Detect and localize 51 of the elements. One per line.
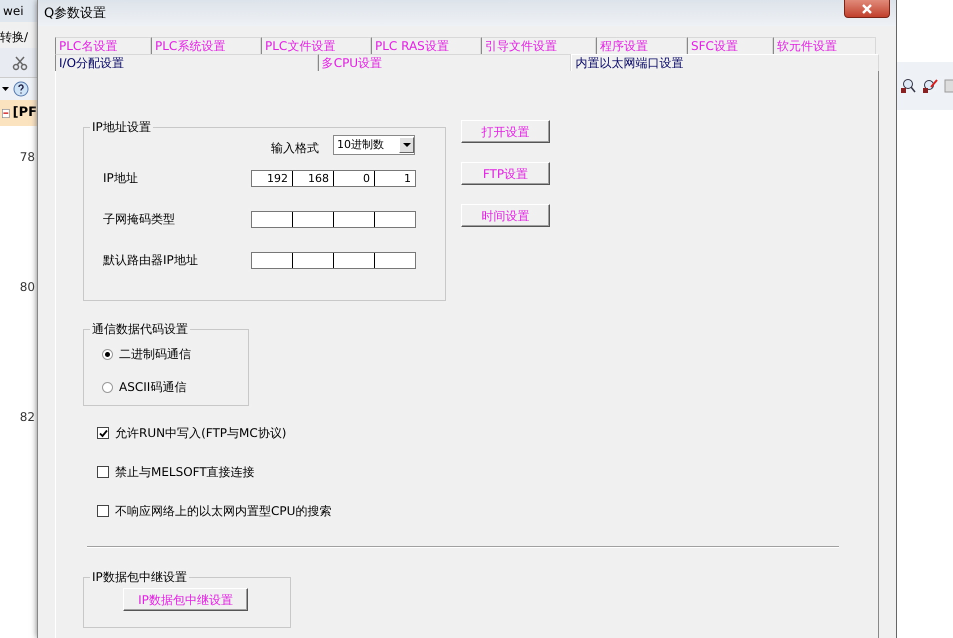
tab[interactable]: 程序设置	[596, 37, 687, 54]
tab[interactable]: PLC文件设置	[261, 37, 371, 54]
tab[interactable]: PLC名设置	[55, 37, 151, 54]
ip-address-field[interactable]	[251, 252, 416, 268]
tab[interactable]: I/O分配设置	[55, 54, 318, 71]
field-label: 输入格式	[271, 140, 319, 157]
ip-address-field[interactable]: 192 168 0 1	[251, 170, 416, 186]
tab[interactable]: PLC RAS设置	[371, 37, 481, 54]
checkbox-label: 禁止与MELSOFT直接连接	[115, 464, 255, 481]
help-icon[interactable]	[13, 81, 29, 97]
window-title: Q参数设置	[44, 5, 106, 23]
group-title: IP地址设置	[91, 120, 152, 134]
document-icon	[2, 106, 10, 120]
field-label: 子网掩码类型	[103, 211, 176, 228]
option-label: 二进制码通信	[119, 346, 191, 363]
radio-button[interactable]	[102, 382, 113, 392]
tab[interactable]: SFC设置	[687, 37, 773, 54]
radio-button[interactable]	[102, 348, 113, 360]
tab[interactable]: 多CPU设置	[318, 54, 572, 71]
dropdown-arrow-icon[interactable]	[2, 87, 9, 91]
settings-button[interactable]: 时间设置	[461, 204, 550, 227]
edit-icon[interactable]	[922, 78, 938, 94]
relay-settings-button[interactable]: IP数据包中继设置	[123, 588, 248, 611]
checkbox-label: 允许RUN中写入(FTP与MC协议)	[115, 425, 286, 442]
option-label: ASCII码通信	[119, 379, 186, 396]
line-number: 82	[18, 409, 36, 426]
checkbox[interactable]	[97, 427, 109, 439]
checkbox[interactable]	[97, 505, 109, 517]
tab[interactable]: 软元件设置	[773, 37, 876, 54]
group-title: IP数据包中继设置	[91, 570, 188, 584]
settings-button[interactable]: 打开设置	[461, 120, 550, 143]
checkbox[interactable]	[97, 466, 109, 478]
magnifier-icon[interactable]	[900, 78, 916, 94]
tab[interactable]: 引导文件设置	[481, 37, 596, 54]
tab[interactable]: PLC系统设置	[151, 37, 261, 54]
ip-address-field[interactable]	[251, 210, 416, 228]
group-title: 通信数据代码设置	[91, 322, 189, 336]
window-title: wei	[0, 0, 37, 22]
close-button[interactable]	[844, 0, 890, 18]
field-label: 默认路由器IP地址	[103, 252, 199, 269]
field-label: IP地址	[103, 170, 139, 187]
line-number: 78	[18, 149, 36, 166]
scissors-icon[interactable]	[12, 54, 28, 70]
format-dropdown[interactable]: 10进制数	[333, 135, 415, 155]
dropdown-arrow-icon[interactable]	[402, 143, 410, 147]
close-icon[interactable]	[861, 4, 873, 14]
tab[interactable]: 内置以太网端口设置	[571, 54, 879, 72]
settings-button[interactable]: FTP设置	[461, 162, 550, 185]
checkbox-label: 不响应网络上的以太网内置型CPU的搜索	[115, 503, 332, 520]
line-number: 80	[18, 279, 36, 296]
menu-item[interactable]: 转换/	[0, 22, 37, 48]
